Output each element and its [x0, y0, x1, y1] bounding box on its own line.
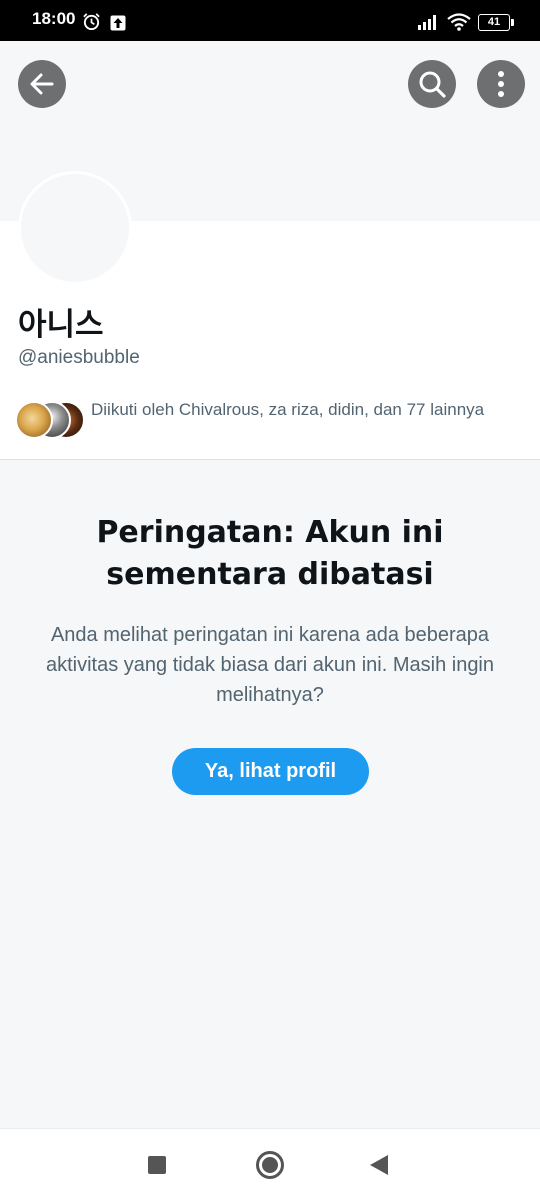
- display-name: 아니스: [18, 307, 104, 343]
- follower-avatar: [15, 401, 53, 439]
- home-icon[interactable]: [256, 1151, 284, 1179]
- warning-title: Peringatan: Akun ini sementara dibatasi: [96, 515, 444, 592]
- search-button[interactable]: [408, 60, 456, 108]
- view-profile-button[interactable]: Ya, lihat profil: [172, 748, 369, 795]
- user-handle: @aniesbubble: [18, 347, 140, 368]
- system-navigation-bar: [0, 1128, 540, 1200]
- followers-avatars[interactable]: [15, 401, 85, 441]
- warning-message: Anda melihat peringatan ini karena ada b…: [45, 624, 495, 706]
- back-button[interactable]: [18, 60, 66, 108]
- back-icon[interactable]: [370, 1155, 388, 1175]
- alarm-icon: [83, 13, 100, 31]
- status-time: 18:00: [32, 9, 76, 28]
- status-bar: 18:00 41: [0, 0, 540, 41]
- wifi-icon: [447, 13, 471, 31]
- upload-icon: [110, 15, 126, 31]
- more-options-button[interactable]: [477, 60, 525, 108]
- signal-icon: [418, 15, 436, 30]
- search-icon: [419, 71, 446, 98]
- warning-panel: Peringatan: Akun ini sementara dibatasi …: [0, 460, 540, 1128]
- battery-icon: 41: [478, 14, 514, 31]
- recent-apps-icon[interactable]: [148, 1156, 166, 1174]
- followed-by-text[interactable]: Diikuti oleh Chivalrous, za riza, didin,…: [91, 397, 511, 423]
- more-vertical-icon: [498, 71, 504, 97]
- arrow-left-icon: [30, 73, 54, 95]
- avatar: [18, 171, 132, 285]
